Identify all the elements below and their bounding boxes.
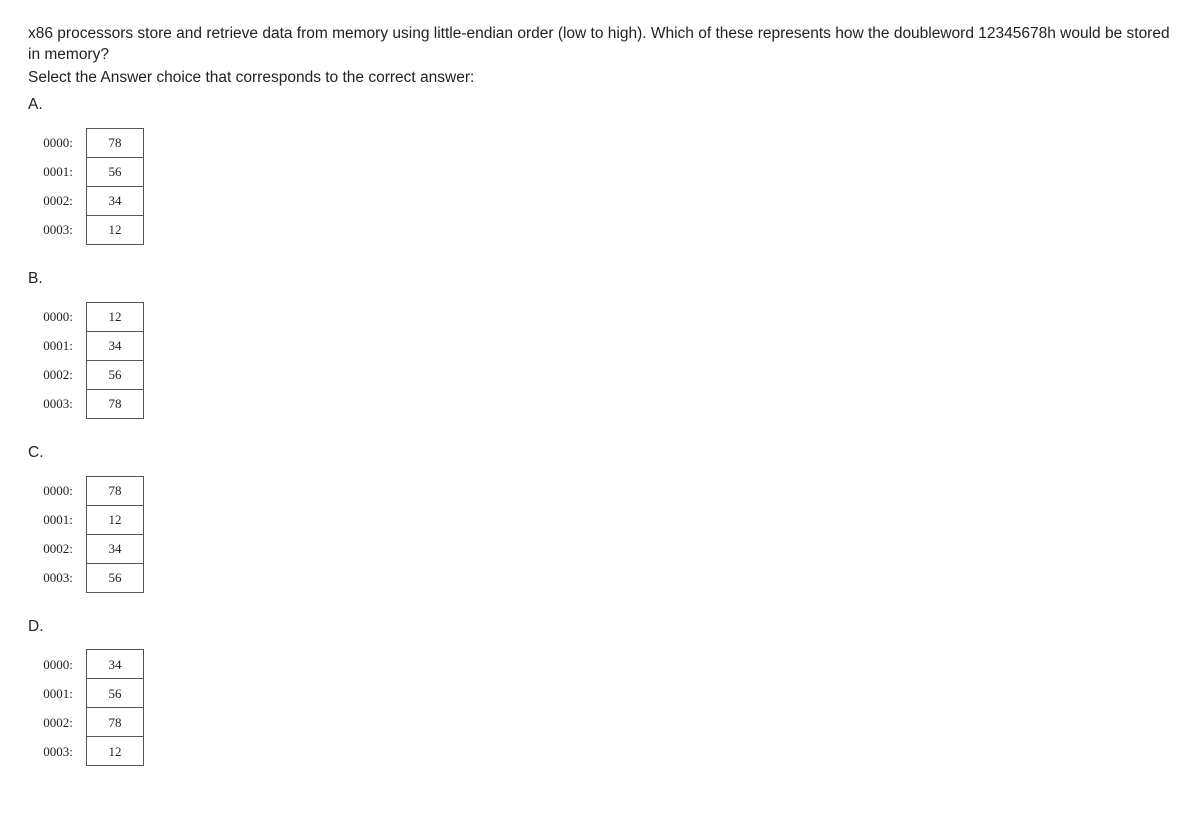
option-c-label: C. [28, 443, 1172, 464]
addr-cell: 0001: [36, 331, 87, 360]
val-cell: 78 [87, 389, 144, 418]
addr-cell: 0001: [36, 505, 87, 534]
table-row: 0003: 12 [36, 737, 144, 766]
addr-cell: 0003: [36, 563, 87, 592]
option-a-label: A. [28, 95, 1172, 116]
val-cell: 34 [87, 186, 144, 215]
val-cell: 78 [87, 708, 144, 737]
option-b[interactable]: B. 0000: 12 0001: 34 0002: 56 0003: 78 [28, 269, 1172, 419]
addr-cell: 0000: [36, 302, 87, 331]
table-row: 0001: 56 [36, 157, 144, 186]
val-cell: 34 [87, 650, 144, 679]
table-row: 0003: 78 [36, 389, 144, 418]
addr-cell: 0003: [36, 215, 87, 244]
option-d-table: 0000: 34 0001: 56 0002: 78 0003: 12 [36, 649, 144, 766]
option-d[interactable]: D. 0000: 34 0001: 56 0002: 78 0003: 12 [28, 617, 1172, 767]
table-row: 0002: 34 [36, 534, 144, 563]
table-row: 0000: 12 [36, 302, 144, 331]
option-a[interactable]: A. 0000: 78 0001: 56 0002: 34 0003: 12 [28, 95, 1172, 245]
addr-cell: 0000: [36, 476, 87, 505]
option-c[interactable]: C. 0000: 78 0001: 12 0002: 34 0003: 56 [28, 443, 1172, 593]
table-row: 0000: 78 [36, 128, 144, 157]
val-cell: 12 [87, 737, 144, 766]
table-row: 0003: 12 [36, 215, 144, 244]
val-cell: 78 [87, 128, 144, 157]
option-d-label: D. [28, 617, 1172, 638]
option-c-table: 0000: 78 0001: 12 0002: 34 0003: 56 [36, 476, 144, 593]
table-row: 0001: 34 [36, 331, 144, 360]
val-cell: 56 [87, 679, 144, 708]
table-row: 0001: 12 [36, 505, 144, 534]
val-cell: 78 [87, 476, 144, 505]
table-row: 0003: 56 [36, 563, 144, 592]
table-row: 0002: 78 [36, 708, 144, 737]
val-cell: 12 [87, 302, 144, 331]
addr-cell: 0003: [36, 737, 87, 766]
addr-cell: 0002: [36, 360, 87, 389]
addr-cell: 0003: [36, 389, 87, 418]
addr-cell: 0001: [36, 679, 87, 708]
option-b-label: B. [28, 269, 1172, 290]
option-b-table: 0000: 12 0001: 34 0002: 56 0003: 78 [36, 302, 144, 419]
val-cell: 12 [87, 505, 144, 534]
val-cell: 12 [87, 215, 144, 244]
table-row: 0002: 56 [36, 360, 144, 389]
addr-cell: 0002: [36, 186, 87, 215]
val-cell: 56 [87, 157, 144, 186]
select-prompt: Select the Answer choice that correspond… [28, 68, 1172, 89]
val-cell: 56 [87, 360, 144, 389]
addr-cell: 0000: [36, 128, 87, 157]
addr-cell: 0002: [36, 534, 87, 563]
question-text: x86 processors store and retrieve data f… [28, 24, 1172, 66]
val-cell: 56 [87, 563, 144, 592]
val-cell: 34 [87, 331, 144, 360]
addr-cell: 0002: [36, 708, 87, 737]
addr-cell: 0000: [36, 650, 87, 679]
val-cell: 34 [87, 534, 144, 563]
addr-cell: 0001: [36, 157, 87, 186]
table-row: 0000: 34 [36, 650, 144, 679]
table-row: 0000: 78 [36, 476, 144, 505]
table-row: 0002: 34 [36, 186, 144, 215]
table-row: 0001: 56 [36, 679, 144, 708]
option-a-table: 0000: 78 0001: 56 0002: 34 0003: 12 [36, 128, 144, 245]
